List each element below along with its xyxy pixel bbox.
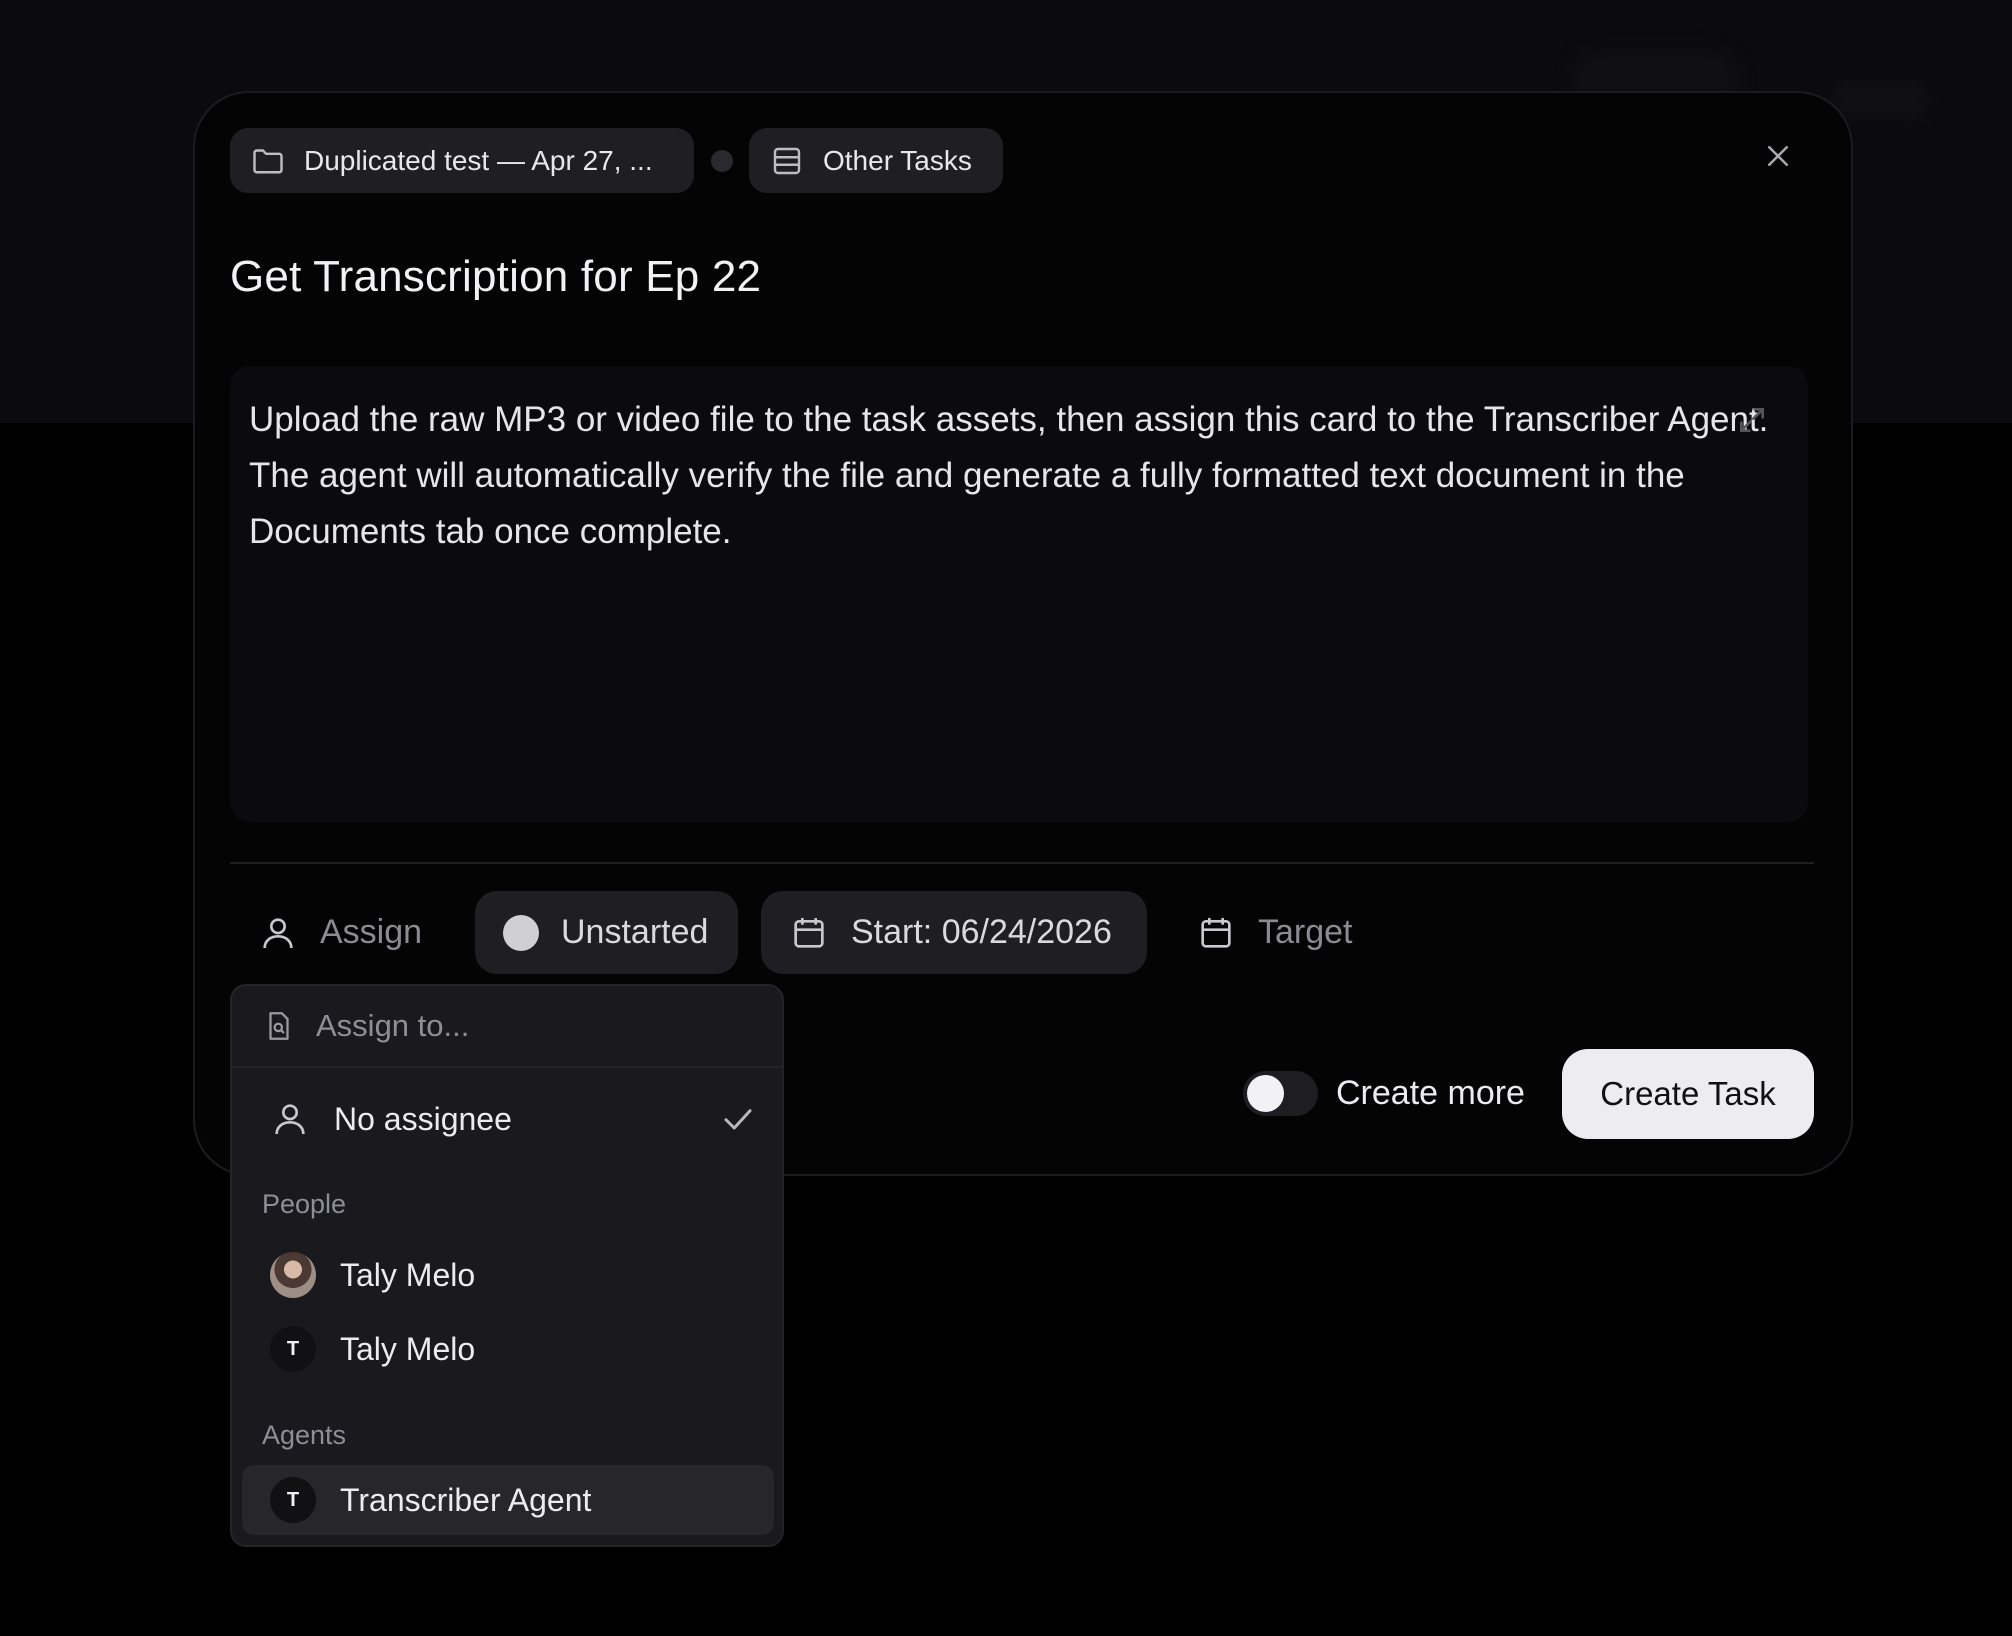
agents-heading: Agents xyxy=(262,1420,347,1450)
people-heading: People xyxy=(262,1189,347,1219)
avatar: T xyxy=(270,1326,316,1372)
list-chip[interactable]: Other Tasks xyxy=(749,128,1003,193)
target-date-label: Target xyxy=(1258,913,1353,951)
list-chip-label: Other Tasks xyxy=(823,144,972,176)
no-assignee-option[interactable]: No assignee xyxy=(242,1084,774,1154)
create-more-toggle[interactable] xyxy=(1243,1071,1318,1116)
create-more-label: Create more xyxy=(1336,1074,1525,1112)
project-chip[interactable]: Duplicated test — Apr 27, ... xyxy=(230,128,694,193)
toggle-knob xyxy=(1247,1075,1284,1112)
task-title[interactable]: Get Transcription for Ep 22 xyxy=(230,252,761,302)
status-label: Unstarted xyxy=(561,913,709,951)
expand-icon[interactable] xyxy=(1736,404,1768,436)
description-text[interactable]: Upload the raw MP3 or video file to the … xyxy=(249,392,1789,560)
status-dot-icon xyxy=(503,914,539,951)
list-icon xyxy=(773,147,801,174)
breadcrumb-separator xyxy=(711,150,733,172)
close-icon xyxy=(1768,146,1788,166)
assign-dropdown: No assignee People Taly Melo T Taly Melo… xyxy=(230,984,784,1547)
person-name: Taly Melo xyxy=(340,1330,476,1367)
avatar xyxy=(270,1252,316,1298)
avatar: T xyxy=(270,1477,316,1523)
close-button[interactable] xyxy=(1758,136,1798,176)
file-search-icon xyxy=(269,1012,289,1040)
assign-search xyxy=(232,986,782,1068)
folder-icon xyxy=(253,148,283,173)
target-date-property[interactable]: Target xyxy=(1196,891,1353,974)
calendar-icon xyxy=(794,917,824,948)
assign-label: Assign xyxy=(320,913,423,951)
person-option[interactable]: Taly Melo xyxy=(242,1240,774,1310)
assign-property[interactable]: Assign xyxy=(258,891,422,974)
status-property[interactable]: Unstarted xyxy=(475,891,738,974)
section-divider xyxy=(230,862,1814,864)
start-date-property[interactable]: Start: 06/24/2026 xyxy=(761,891,1147,974)
person-icon xyxy=(275,1104,305,1135)
person-name: Taly Melo xyxy=(340,1256,476,1293)
person-option[interactable]: T Taly Melo xyxy=(242,1314,774,1384)
person-icon xyxy=(263,917,293,948)
agent-name: Transcriber Agent xyxy=(340,1481,592,1518)
create-task-button[interactable]: Create Task xyxy=(1562,1049,1814,1139)
background-blur xyxy=(1830,80,1930,120)
start-date-label: Start: 06/24/2026 xyxy=(851,913,1112,951)
no-assignee-label: No assignee xyxy=(334,1100,512,1137)
check-icon xyxy=(724,1109,752,1130)
assign-search-input[interactable] xyxy=(316,1008,736,1044)
calendar-icon xyxy=(1201,917,1231,948)
project-chip-label: Duplicated test — Apr 27, ... xyxy=(304,144,653,176)
agent-option[interactable]: T Transcriber Agent xyxy=(242,1465,774,1535)
